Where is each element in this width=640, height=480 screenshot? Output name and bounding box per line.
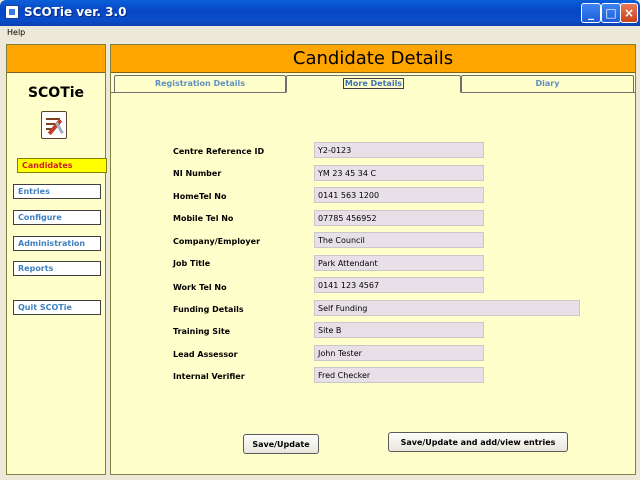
menu-bar: Help — [0, 26, 640, 40]
brand-name: SCOTie — [27, 85, 85, 101]
label-work-tel: Work Tel No — [173, 283, 227, 292]
nav-configure[interactable]: Configure — [13, 210, 101, 225]
label-internal-verifier: Internal Verifier — [173, 372, 245, 381]
field-funding-details[interactable]: Self Funding — [314, 300, 580, 316]
nav-administration[interactable]: Administration — [13, 236, 101, 251]
tab-divider — [461, 92, 635, 93]
sidebar: SCOTie Candidates Entries Configure Admi… — [6, 44, 107, 475]
field-centre-reference-id[interactable]: Y2-0123 — [314, 142, 484, 158]
app-icon — [5, 5, 19, 19]
field-ni-number[interactable]: YM 23 45 34 C — [314, 165, 484, 181]
field-home-tel[interactable]: 0141 563 1200 — [314, 187, 484, 203]
client-area: SCOTie Candidates Entries Configure Admi… — [4, 41, 636, 476]
field-company-employer[interactable]: The Council — [314, 232, 484, 248]
tab-label: Registration Details — [154, 79, 246, 88]
nav-quit[interactable]: Quit SCOTie — [13, 300, 101, 315]
tab-more-details[interactable]: More Details — [286, 75, 461, 93]
label-job-title: Job Title — [173, 259, 211, 268]
sidebar-header-band — [7, 45, 105, 73]
label-centre-reference-id: Centre Reference ID — [173, 147, 265, 156]
nav-candidates[interactable]: Candidates — [17, 158, 107, 173]
label-home-tel: HomeTel No — [173, 192, 227, 201]
window-title: SCOTie ver. 3.0 — [24, 5, 127, 19]
save-update-button[interactable]: Save/Update — [243, 434, 319, 454]
minimize-button[interactable]: _ — [581, 3, 601, 23]
tab-registration-details[interactable]: Registration Details — [114, 75, 286, 92]
main-panel: Candidate Details Registration Details M… — [110, 44, 636, 475]
label-mobile-tel: Mobile Tel No — [173, 214, 234, 223]
nav-reports[interactable]: Reports — [13, 261, 101, 276]
label-lead-assessor: Lead Assessor — [173, 350, 238, 359]
menu-help[interactable]: Help — [7, 28, 25, 37]
label-ni-number: NI Number — [173, 169, 222, 178]
title-bar[interactable]: SCOTie ver. 3.0 _ □ × — [0, 0, 640, 26]
page-title: Candidate Details — [111, 45, 635, 73]
nav-entries[interactable]: Entries — [13, 184, 101, 199]
tab-divider — [111, 92, 286, 93]
maximize-button[interactable]: □ — [601, 3, 621, 23]
tab-diary[interactable]: Diary — [461, 75, 634, 92]
field-work-tel[interactable]: 0141 123 4567 — [314, 277, 484, 293]
field-lead-assessor[interactable]: John Tester — [314, 345, 484, 361]
field-training-site[interactable]: Site B — [314, 322, 484, 338]
close-button[interactable]: × — [620, 3, 638, 23]
field-mobile-tel[interactable]: 07785 456952 — [314, 210, 484, 226]
save-update-add-entries-button[interactable]: Save/Update and add/view entries — [388, 432, 568, 452]
label-training-site: Training Site — [173, 327, 231, 336]
label-funding-details: Funding Details — [173, 305, 244, 314]
tab-label: More Details — [342, 78, 405, 89]
field-job-title[interactable]: Park Attendant — [314, 255, 484, 271]
scotie-logo-icon — [41, 111, 67, 139]
tab-label: Diary — [535, 79, 560, 88]
label-company-employer: Company/Employer — [173, 237, 261, 246]
field-internal-verifier[interactable]: Fred Checker — [314, 367, 484, 383]
